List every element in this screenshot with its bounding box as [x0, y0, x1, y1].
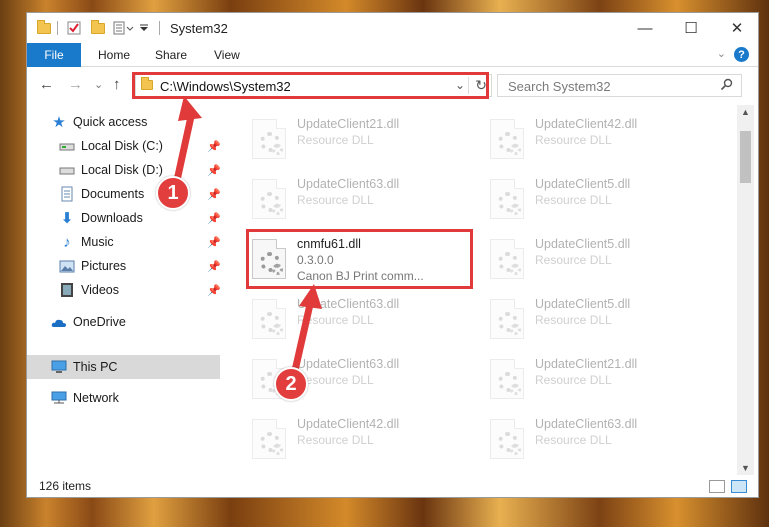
callout-badge-2: 2 [274, 367, 308, 401]
arrow-to-address-bar [172, 96, 202, 189]
callout-badge-1: 1 [156, 176, 190, 210]
arrow-to-file [290, 284, 322, 379]
callout-arrows [172, 96, 322, 379]
